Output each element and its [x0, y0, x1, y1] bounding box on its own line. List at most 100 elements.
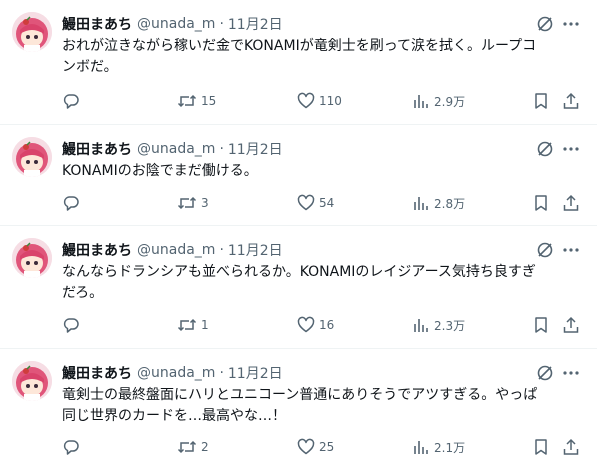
heart-icon — [297, 194, 315, 211]
share-button[interactable] — [562, 193, 580, 213]
heart-icon — [297, 316, 315, 333]
author-name[interactable]: 鰻田まあち — [62, 363, 132, 383]
tweet-text-line: 同じ世界のカードを…最高やな…！ — [62, 408, 286, 424]
more-icon[interactable] — [560, 240, 582, 260]
retweet-button[interactable]: 3 — [177, 193, 209, 213]
reply-icon — [63, 440, 79, 455]
avatar[interactable] — [12, 361, 52, 401]
tweet-text: おれが泣きながら稼いだ金でKONAMIが竜剣士を刷って涙を拭く。ループコ ンボだ… — [62, 36, 582, 78]
like-button[interactable]: 110 — [297, 91, 342, 111]
reply-button[interactable] — [62, 315, 84, 335]
tweet-header: 鰻田まあち @unada_m · 11月2日 — [62, 139, 283, 159]
separator: · — [219, 365, 224, 381]
reply-button[interactable] — [62, 91, 84, 111]
retweet-count: 3 — [201, 196, 209, 210]
action-bar: 2 25 2.1万 — [62, 437, 582, 457]
bookmark-button[interactable] — [532, 315, 550, 335]
heart-icon — [297, 92, 315, 109]
action-bar: 1 16 2.3万 — [62, 315, 582, 335]
more-icon[interactable] — [560, 14, 582, 34]
bookmark-button[interactable] — [532, 437, 550, 457]
bookmark-icon — [535, 317, 547, 333]
share-icon — [563, 438, 579, 455]
view-count: 2.3万 — [434, 318, 466, 333]
share-button[interactable] — [562, 437, 580, 457]
reply-icon — [63, 318, 79, 333]
share-button[interactable] — [562, 91, 580, 111]
tweet-text-line: だろ。 — [62, 285, 104, 301]
tweet-text-line: ンボだ。 — [62, 59, 118, 75]
retweet-icon — [177, 94, 197, 108]
more-icon[interactable] — [560, 363, 582, 383]
tweet[interactable]: 鰻田まあち @unada_m · 11月2日 竜剣士の最終盤面にハリとユニコーン… — [0, 349, 597, 467]
avatar[interactable] — [12, 238, 52, 278]
author-name[interactable]: 鰻田まあち — [62, 139, 132, 159]
views-button[interactable]: 2.8万 — [412, 193, 465, 213]
grok-icon[interactable] — [535, 14, 555, 34]
retweet-button[interactable]: 2 — [177, 437, 209, 457]
grok-icon[interactable] — [535, 139, 555, 159]
author-handle[interactable]: @unada_m — [137, 365, 215, 381]
bookmark-icon — [535, 439, 547, 455]
share-icon — [563, 316, 579, 333]
like-count: 16 — [319, 318, 335, 332]
avatar[interactable] — [12, 137, 52, 177]
view-count: 2.9万 — [434, 94, 466, 109]
author-handle[interactable]: @unada_m — [137, 141, 215, 157]
tweet[interactable]: 鰻田まあち @unada_m · 11月2日 おれが泣きながら稼いだ金でKONA… — [0, 0, 597, 125]
retweet-count: 15 — [201, 94, 217, 108]
separator: · — [219, 16, 224, 32]
tweet-date[interactable]: 11月2日 — [228, 14, 283, 34]
separator: · — [219, 242, 224, 258]
tweet-text-line: KONAMIのお陰でまだ働ける。 — [62, 163, 258, 179]
share-button[interactable] — [562, 315, 580, 335]
views-button[interactable]: 2.9万 — [412, 91, 465, 111]
reply-icon — [63, 94, 79, 109]
bookmark-icon — [535, 195, 547, 211]
views-button[interactable]: 2.3万 — [412, 315, 465, 335]
avatar[interactable] — [12, 12, 52, 52]
tweet-date[interactable]: 11月2日 — [228, 240, 283, 260]
like-count: 110 — [319, 94, 342, 108]
tweet-header: 鰻田まあち @unada_m · 11月2日 — [62, 363, 283, 383]
author-handle[interactable]: @unada_m — [137, 242, 215, 258]
author-handle[interactable]: @unada_m — [137, 16, 215, 32]
like-button[interactable]: 16 — [297, 315, 334, 335]
views-icon — [414, 197, 428, 210]
grok-icon[interactable] — [535, 240, 555, 260]
bookmark-button[interactable] — [532, 193, 550, 213]
reply-button[interactable] — [62, 437, 84, 457]
views-icon — [414, 319, 428, 332]
like-button[interactable]: 54 — [297, 193, 334, 213]
tweet-text: なんならドランシアも並べられるか。KONAMIのレイジアース気持ち良すぎ だろ。 — [62, 262, 582, 304]
view-count: 2.1万 — [434, 440, 466, 455]
separator: · — [219, 141, 224, 157]
tweet[interactable]: 鰻田まあち @unada_m · 11月2日 なんならドランシアも並べられるか。… — [0, 226, 597, 349]
tweet-feed: 鰻田まあち @unada_m · 11月2日 おれが泣きながら稼いだ金でKONA… — [0, 0, 597, 467]
heart-icon — [297, 438, 315, 455]
tweet-text-line: なんならドランシアも並べられるか。KONAMIのレイジアース気持ち良すぎ — [62, 264, 536, 280]
retweet-button[interactable]: 15 — [177, 91, 216, 111]
tweet-text-line: 竜剣士の最終盤面にハリとユニコーン普通にありそうでアツすぎる。やっぱ — [62, 387, 538, 403]
bookmark-icon — [535, 93, 547, 109]
tweet-header: 鰻田まあち @unada_m · 11月2日 — [62, 240, 283, 260]
tweet-text: 竜剣士の最終盤面にハリとユニコーン普通にありそうでアツすぎる。やっぱ 同じ世界の… — [62, 385, 582, 427]
reply-icon — [63, 196, 79, 211]
bookmark-button[interactable] — [532, 91, 550, 111]
tweet-date[interactable]: 11月2日 — [228, 363, 283, 383]
grok-icon[interactable] — [535, 363, 555, 383]
author-name[interactable]: 鰻田まあち — [62, 240, 132, 260]
retweet-count: 1 — [201, 318, 209, 332]
tweet[interactable]: 鰻田まあち @unada_m · 11月2日 KONAMIのお陰でまだ働ける。 … — [0, 125, 597, 226]
retweet-icon — [177, 196, 197, 210]
retweet-button[interactable]: 1 — [177, 315, 209, 335]
more-icon[interactable] — [560, 139, 582, 159]
action-bar: 3 54 2.8万 — [62, 193, 582, 213]
views-button[interactable]: 2.1万 — [412, 437, 465, 457]
author-name[interactable]: 鰻田まあち — [62, 14, 132, 34]
tweet-date[interactable]: 11月2日 — [228, 139, 283, 159]
reply-button[interactable] — [62, 193, 84, 213]
tweet-text: KONAMIのお陰でまだ働ける。 — [62, 161, 582, 182]
like-button[interactable]: 25 — [297, 437, 334, 457]
retweet-count: 2 — [201, 440, 209, 454]
